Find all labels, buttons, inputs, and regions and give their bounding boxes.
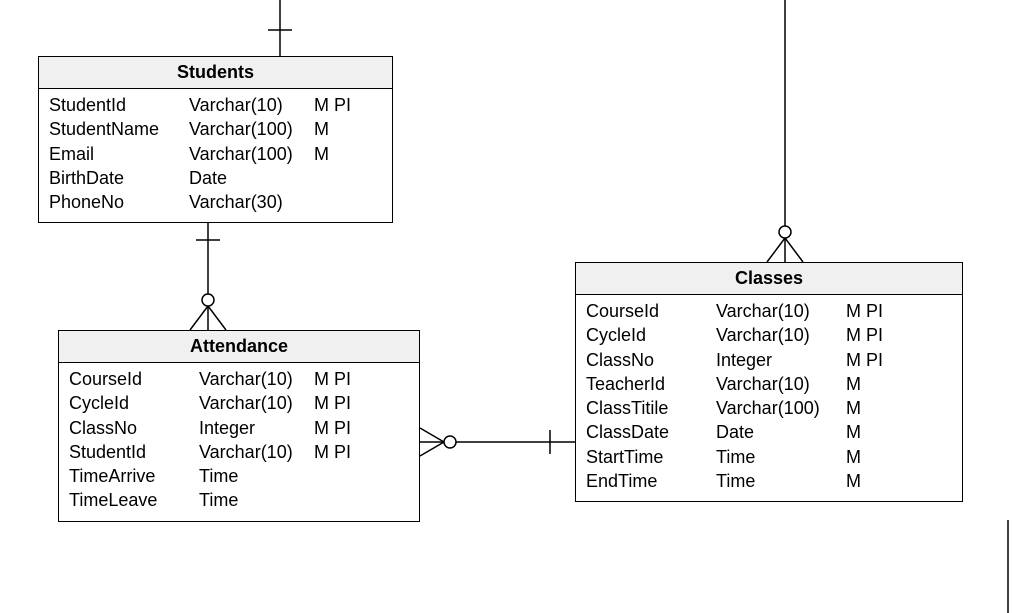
entity-classes-body: CourseId Varchar(10) M PI CycleId Varcha… bbox=[576, 295, 962, 501]
attr-flags: M PI bbox=[314, 440, 351, 464]
attr-type: Varchar(100) bbox=[189, 117, 314, 141]
attr-row: ClassTitile Varchar(100) M bbox=[586, 396, 952, 420]
attr-name: TimeArrive bbox=[69, 464, 199, 488]
entity-attendance-body: CourseId Varchar(10) M PI CycleId Varcha… bbox=[59, 363, 419, 521]
attr-name: ClassNo bbox=[69, 416, 199, 440]
attr-row: Email Varchar(100) M bbox=[49, 142, 382, 166]
attr-type: Varchar(10) bbox=[716, 323, 846, 347]
attr-flags: M bbox=[314, 142, 329, 166]
attr-name: StudentName bbox=[49, 117, 189, 141]
attr-row: BirthDate Date bbox=[49, 166, 382, 190]
attr-name: ClassDate bbox=[586, 420, 716, 444]
attr-row: TimeArrive Time bbox=[69, 464, 409, 488]
attr-name: EndTime bbox=[586, 469, 716, 493]
attr-row: StudentName Varchar(100) M bbox=[49, 117, 382, 141]
attr-name: ClassNo bbox=[586, 348, 716, 372]
attr-name: TeacherId bbox=[586, 372, 716, 396]
entity-classes: Classes CourseId Varchar(10) M PI CycleI… bbox=[575, 262, 963, 502]
entity-students-title: Students bbox=[39, 57, 392, 89]
attr-name: BirthDate bbox=[49, 166, 189, 190]
attr-name: CycleId bbox=[69, 391, 199, 415]
attr-name: StudentId bbox=[69, 440, 199, 464]
attr-flags: M PI bbox=[846, 348, 883, 372]
attr-name: StudentId bbox=[49, 93, 189, 117]
attr-row: EndTime Time M bbox=[586, 469, 952, 493]
entity-attendance: Attendance CourseId Varchar(10) M PI Cyc… bbox=[58, 330, 420, 522]
attr-flags: M PI bbox=[846, 299, 883, 323]
attr-name: CourseId bbox=[586, 299, 716, 323]
entity-attendance-title: Attendance bbox=[59, 331, 419, 363]
attr-type: Integer bbox=[199, 416, 314, 440]
attr-name: CourseId bbox=[69, 367, 199, 391]
attr-row: PhoneNo Varchar(30) bbox=[49, 190, 382, 214]
attr-flags: M bbox=[846, 372, 861, 396]
attr-type: Time bbox=[716, 469, 846, 493]
entity-classes-title: Classes bbox=[576, 263, 962, 295]
attr-flags: M PI bbox=[314, 93, 351, 117]
attr-type: Date bbox=[189, 166, 314, 190]
attr-flags: M bbox=[846, 420, 861, 444]
attr-type: Date bbox=[716, 420, 846, 444]
attr-type: Varchar(100) bbox=[189, 142, 314, 166]
attr-flags: M bbox=[846, 469, 861, 493]
attr-name: CycleId bbox=[586, 323, 716, 347]
attr-name: Email bbox=[49, 142, 189, 166]
attr-type: Time bbox=[199, 464, 314, 488]
attr-row: ClassNo Integer M PI bbox=[69, 416, 409, 440]
attr-type: Varchar(10) bbox=[189, 93, 314, 117]
attr-type: Varchar(10) bbox=[716, 372, 846, 396]
attr-type: Varchar(10) bbox=[716, 299, 846, 323]
attr-row: TimeLeave Time bbox=[69, 488, 409, 512]
attr-type: Integer bbox=[716, 348, 846, 372]
attr-name: StartTime bbox=[586, 445, 716, 469]
attr-type: Varchar(30) bbox=[189, 190, 314, 214]
attr-row: TeacherId Varchar(10) M bbox=[586, 372, 952, 396]
attr-type: Varchar(10) bbox=[199, 391, 314, 415]
attr-row: CycleId Varchar(10) M PI bbox=[586, 323, 952, 347]
attr-row: StudentId Varchar(10) M PI bbox=[69, 440, 409, 464]
attr-row: StudentId Varchar(10) M PI bbox=[49, 93, 382, 117]
attr-row: ClassNo Integer M PI bbox=[586, 348, 952, 372]
attr-type: Time bbox=[716, 445, 846, 469]
attr-type: Varchar(10) bbox=[199, 440, 314, 464]
attr-flags: M bbox=[846, 445, 861, 469]
attr-name: ClassTitile bbox=[586, 396, 716, 420]
attr-type: Varchar(100) bbox=[716, 396, 846, 420]
attr-type: Time bbox=[199, 488, 314, 512]
entity-students: Students StudentId Varchar(10) M PI Stud… bbox=[38, 56, 393, 223]
entity-students-body: StudentId Varchar(10) M PI StudentName V… bbox=[39, 89, 392, 222]
attr-name: PhoneNo bbox=[49, 190, 189, 214]
attr-flags: M PI bbox=[314, 367, 351, 391]
attr-row: ClassDate Date M bbox=[586, 420, 952, 444]
attr-type: Varchar(10) bbox=[199, 367, 314, 391]
attr-name: TimeLeave bbox=[69, 488, 199, 512]
attr-row: CycleId Varchar(10) M PI bbox=[69, 391, 409, 415]
attr-flags: M bbox=[846, 396, 861, 420]
attr-flags: M bbox=[314, 117, 329, 141]
attr-row: CourseId Varchar(10) M PI bbox=[586, 299, 952, 323]
attr-row: CourseId Varchar(10) M PI bbox=[69, 367, 409, 391]
attr-flags: M PI bbox=[846, 323, 883, 347]
attr-flags: M PI bbox=[314, 391, 351, 415]
attr-flags: M PI bbox=[314, 416, 351, 440]
attr-row: StartTime Time M bbox=[586, 445, 952, 469]
